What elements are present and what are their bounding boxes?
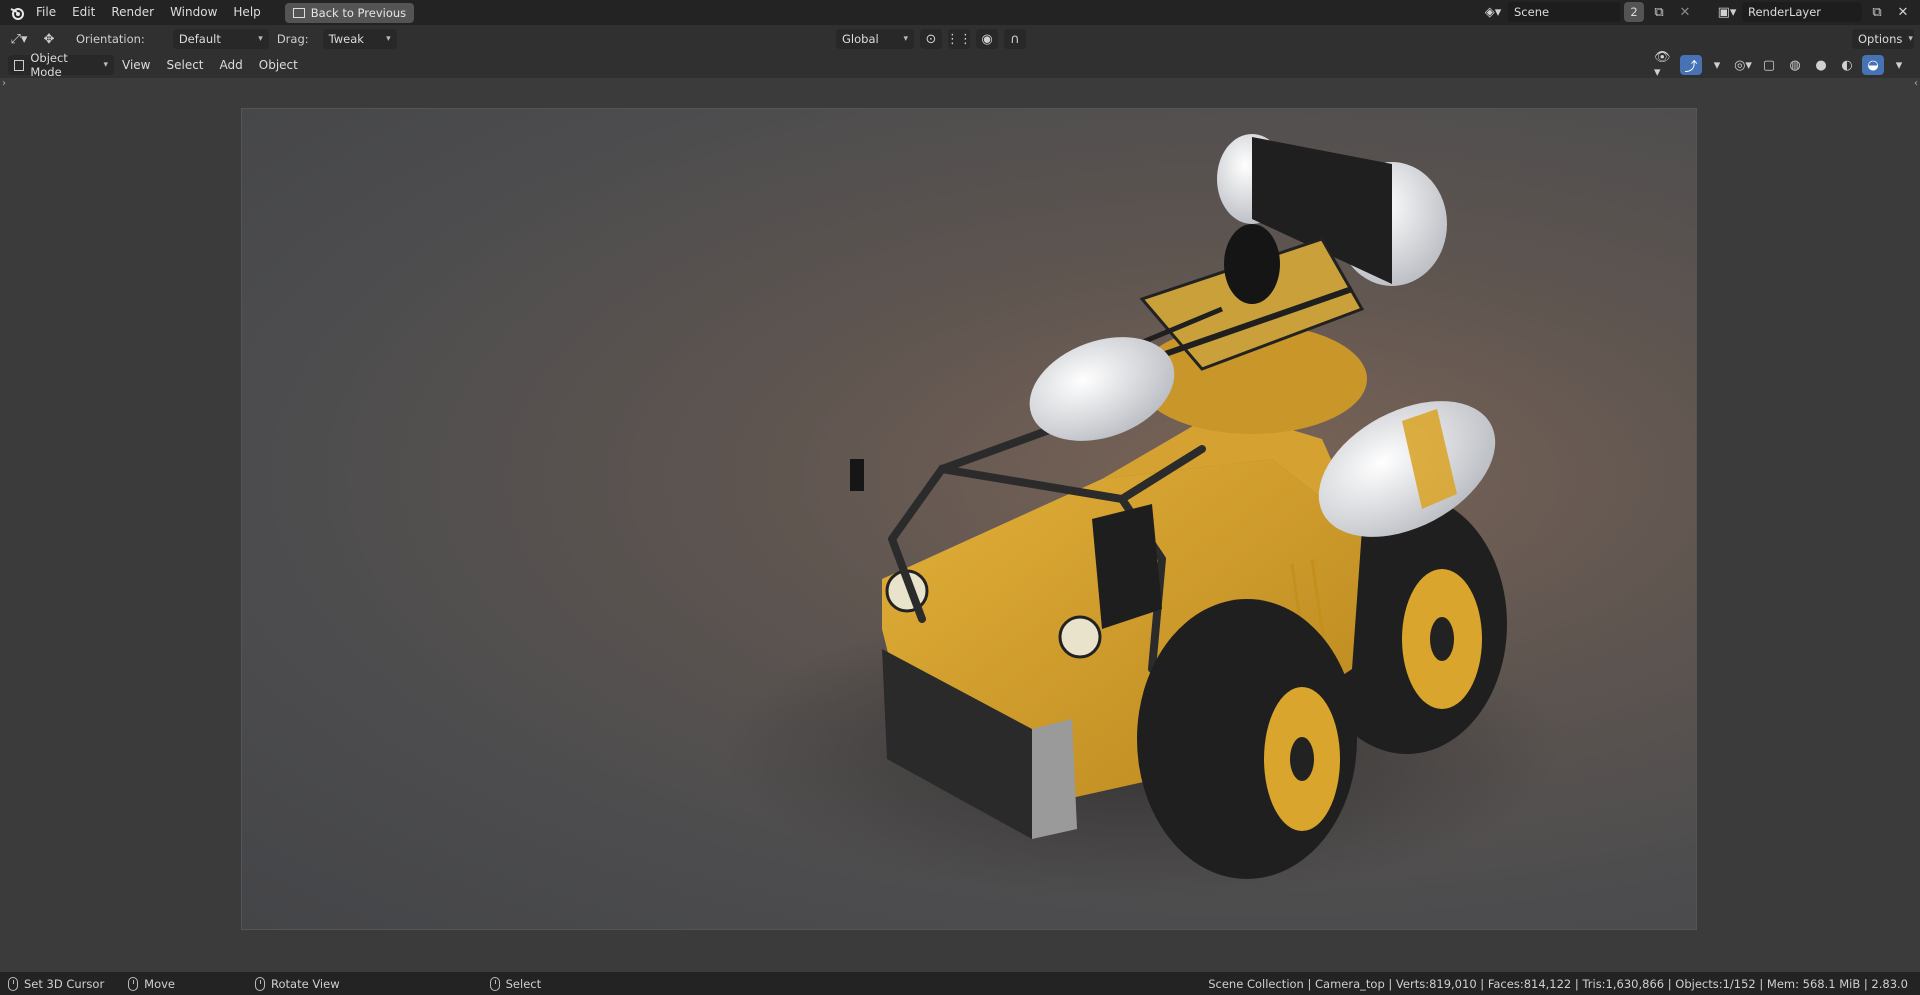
scene-users-count[interactable]: 2: [1624, 2, 1644, 22]
back-to-previous-label: Back to Previous: [310, 5, 407, 20]
falloff-icon[interactable]: ∩: [1004, 29, 1026, 49]
offroad-buggy-render: [722, 134, 1562, 899]
viewport-header: Object Mode ▾ View Select Add Object 👁▾ …: [0, 50, 1920, 80]
status-select-label: Select: [505, 976, 542, 991]
menu-render[interactable]: Render: [103, 0, 162, 25]
mouse-middle-icon: [255, 976, 266, 991]
blender-logo-icon[interactable]: [6, 3, 28, 23]
pivot-point-icon[interactable]: ⊙: [920, 29, 942, 49]
chevron-down-icon[interactable]: ▾: [1888, 55, 1910, 75]
status-bar: Set 3D Cursor Move Rotate View Select Sc…: [0, 972, 1920, 995]
scene-name: Scene: [1514, 5, 1550, 19]
mode-icon: [14, 59, 25, 71]
material-shading-icon[interactable]: ◐: [1836, 55, 1858, 75]
proportional-editing-icon[interactable]: ◉: [976, 29, 998, 49]
chevron-down-icon: ▾: [903, 34, 908, 44]
remove-render-layer-icon[interactable]: ✕: [1892, 2, 1914, 22]
mouse-right-icon: [489, 976, 500, 991]
wireframe-shading-icon[interactable]: ◍: [1784, 55, 1806, 75]
rendered-shading-icon[interactable]: ◒: [1862, 55, 1884, 75]
drag-dropdown[interactable]: Tweak ▾: [322, 29, 397, 49]
scene-name-field[interactable]: Scene: [1508, 2, 1620, 22]
header-menu-view[interactable]: View: [114, 53, 158, 77]
viewport-shading-controls: 👁▾ ⤴ ▾ ◎▾ ▢ ◍ ● ◐ ◒ ▾: [1654, 50, 1910, 80]
menu-edit[interactable]: Edit: [64, 0, 103, 25]
menu-window[interactable]: Window: [162, 0, 225, 25]
mouse-drag-icon: [128, 976, 139, 991]
render-layer-name: RenderLayer: [1748, 5, 1822, 19]
chevron-down-icon: ▾: [386, 34, 391, 44]
top-menu-bar: File Edit Render Window Help Back to Pre…: [0, 0, 1920, 25]
chevron-down-icon: ▾: [103, 60, 108, 70]
options-label: Options: [1858, 32, 1903, 46]
transform-orientation-value: Global: [842, 32, 879, 46]
status-set-cursor: Set 3D Cursor: [8, 976, 105, 991]
status-move-label: Move: [144, 976, 176, 991]
visibility-icon[interactable]: 👁▾: [1654, 50, 1676, 80]
chevron-down-icon: ▾: [1908, 34, 1913, 44]
orientation-label: Orientation:: [76, 32, 145, 46]
toolbar-toggle-icon[interactable]: ›: [2, 78, 6, 89]
sidebar-toggle-icon[interactable]: ‹: [1914, 78, 1918, 89]
snap-icon[interactable]: ⋮⋮: [946, 29, 972, 49]
tool-settings-bar: ⤢▾ ✥ Orientation: Default ▾ Drag: Tweak …: [0, 27, 1920, 51]
drag-value: Tweak: [328, 32, 364, 46]
header-menu-select[interactable]: Select: [158, 53, 211, 77]
new-render-layer-icon[interactable]: ⧉: [1866, 2, 1888, 22]
status-move: Move: [128, 976, 176, 991]
transform-controls: Global ▾ ⊙ ⋮⋮ ◉ ∩: [836, 29, 1026, 49]
transform-orientation-dropdown[interactable]: Global ▾: [836, 29, 914, 49]
drag-label: Drag:: [276, 32, 309, 46]
gizmo-icon[interactable]: ⤴: [1680, 55, 1702, 75]
header-menu-object[interactable]: Object: [251, 53, 306, 77]
close-icon[interactable]: ✕: [1674, 2, 1696, 22]
scene-statistics: Scene Collection | Camera_top | Verts:81…: [1208, 976, 1908, 991]
object-mode-dropdown[interactable]: Object Mode ▾: [8, 51, 114, 79]
xray-icon[interactable]: ▢: [1758, 55, 1780, 75]
orientation-value: Default: [178, 32, 221, 46]
render-layer-field[interactable]: RenderLayer: [1742, 2, 1862, 22]
menu-file[interactable]: File: [28, 0, 64, 25]
3d-viewport[interactable]: › ‹: [0, 78, 1920, 972]
header-menu-add[interactable]: Add: [212, 53, 251, 77]
render-layer-icon[interactable]: ▣▾: [1716, 2, 1738, 22]
new-scene-icon[interactable]: ⧉: [1648, 2, 1670, 22]
tool-icon[interactable]: ⤢▾: [8, 29, 30, 49]
solid-shading-icon[interactable]: ●: [1810, 55, 1832, 75]
camera-view-render[interactable]: [242, 109, 1696, 929]
orientation-dropdown[interactable]: Default ▾: [172, 29, 269, 49]
status-set-cursor-label: Set 3D Cursor: [24, 976, 105, 991]
screen-icon: [292, 7, 305, 18]
chevron-down-icon: ▾: [258, 34, 263, 44]
menu-help[interactable]: Help: [225, 0, 268, 25]
options-dropdown[interactable]: Options ▾: [1852, 29, 1914, 49]
status-rotate-label: Rotate View: [271, 976, 340, 991]
move-tool-icon[interactable]: ✥: [38, 29, 60, 49]
chevron-down-icon[interactable]: ▾: [1706, 55, 1728, 75]
back-to-previous-button[interactable]: Back to Previous: [284, 2, 415, 23]
overlays-icon[interactable]: ◎▾: [1732, 55, 1754, 75]
scene-selector-group: ◈▾ Scene 2 ⧉ ✕ ▣▾ RenderLayer ⧉ ✕: [1482, 2, 1914, 22]
scene-icon[interactable]: ◈▾: [1482, 2, 1504, 22]
mouse-left-icon: [8, 976, 18, 991]
status-select: Select: [489, 976, 542, 991]
object-mode-value: Object Mode: [30, 51, 68, 79]
status-rotate: Rotate View: [255, 976, 340, 991]
